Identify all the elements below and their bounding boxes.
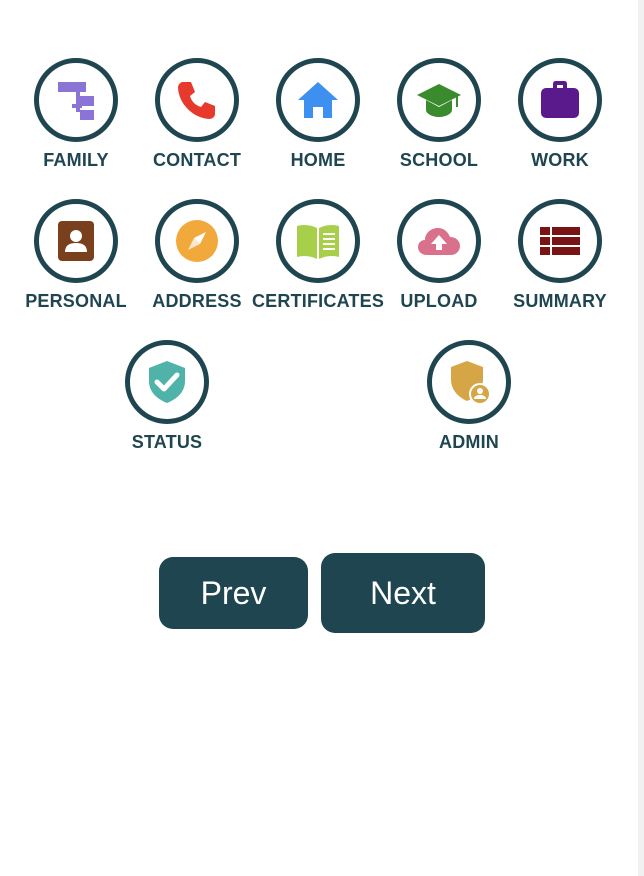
shield-user-icon bbox=[451, 361, 491, 405]
certificates-circle[interactable] bbox=[276, 199, 360, 283]
family-circle[interactable] bbox=[34, 58, 118, 142]
open-book-icon bbox=[297, 224, 339, 259]
address-circle[interactable] bbox=[155, 199, 239, 283]
tile-label-summary: SUMMARY bbox=[513, 291, 607, 311]
tile-label-work: WORK bbox=[531, 150, 589, 170]
tile-summary[interactable]: SUMMARY bbox=[505, 199, 615, 312]
contact-circle[interactable] bbox=[155, 58, 239, 142]
tile-label-school: SCHOOL bbox=[399, 150, 479, 170]
tile-label-status: STATUS bbox=[131, 432, 203, 452]
tile-work[interactable]: WORK bbox=[505, 58, 615, 171]
tile-home[interactable]: HOME bbox=[263, 58, 373, 171]
tile-upload[interactable]: UPLOAD bbox=[384, 199, 494, 312]
prev-button[interactable]: Prev bbox=[159, 557, 308, 629]
tile-label-home: HOME bbox=[290, 150, 346, 170]
phone-icon bbox=[178, 82, 215, 119]
list-icon bbox=[540, 227, 580, 255]
tile-label-personal: PERSONAL bbox=[25, 291, 127, 311]
briefcase-icon bbox=[541, 81, 579, 118]
upload-circle[interactable] bbox=[397, 199, 481, 283]
tile-label-contact: CONTACT bbox=[152, 150, 242, 170]
tile-label-certificates: CERTIFICATES bbox=[251, 291, 385, 311]
tile-contact[interactable]: CONTACT bbox=[142, 58, 252, 171]
scrollbar-track[interactable] bbox=[638, 0, 644, 876]
tile-label-family: FAMILY bbox=[43, 150, 109, 170]
tile-label-upload: UPLOAD bbox=[400, 291, 478, 311]
work-circle[interactable] bbox=[518, 58, 602, 142]
tile-school[interactable]: SCHOOL bbox=[384, 58, 494, 171]
tile-label-admin: ADMIN bbox=[439, 432, 499, 452]
status-circle[interactable] bbox=[125, 340, 209, 424]
home-circle[interactable] bbox=[276, 58, 360, 142]
cloud-upload-icon bbox=[418, 228, 460, 255]
admin-circle[interactable] bbox=[427, 340, 511, 424]
tile-address[interactable]: ADDRESS bbox=[142, 199, 252, 312]
school-circle[interactable] bbox=[397, 58, 481, 142]
summary-circle[interactable] bbox=[518, 199, 602, 283]
home-icon bbox=[298, 82, 338, 118]
tile-certificates[interactable]: CERTIFICATES bbox=[252, 199, 384, 312]
compass-icon bbox=[176, 220, 218, 262]
tile-personal[interactable]: PERSONAL bbox=[21, 199, 131, 312]
tile-family[interactable]: FAMILY bbox=[21, 58, 131, 171]
personal-circle[interactable] bbox=[34, 199, 118, 283]
tile-admin[interactable]: ADMIN bbox=[414, 340, 524, 453]
next-button[interactable]: Next bbox=[321, 553, 485, 633]
contact-card-icon bbox=[58, 221, 94, 261]
tile-label-address: ADDRESS bbox=[152, 291, 242, 311]
graduation-cap-icon bbox=[417, 84, 461, 117]
shield-check-icon bbox=[149, 361, 185, 403]
tile-status[interactable]: STATUS bbox=[112, 340, 222, 453]
sitemap-icon bbox=[58, 82, 94, 120]
